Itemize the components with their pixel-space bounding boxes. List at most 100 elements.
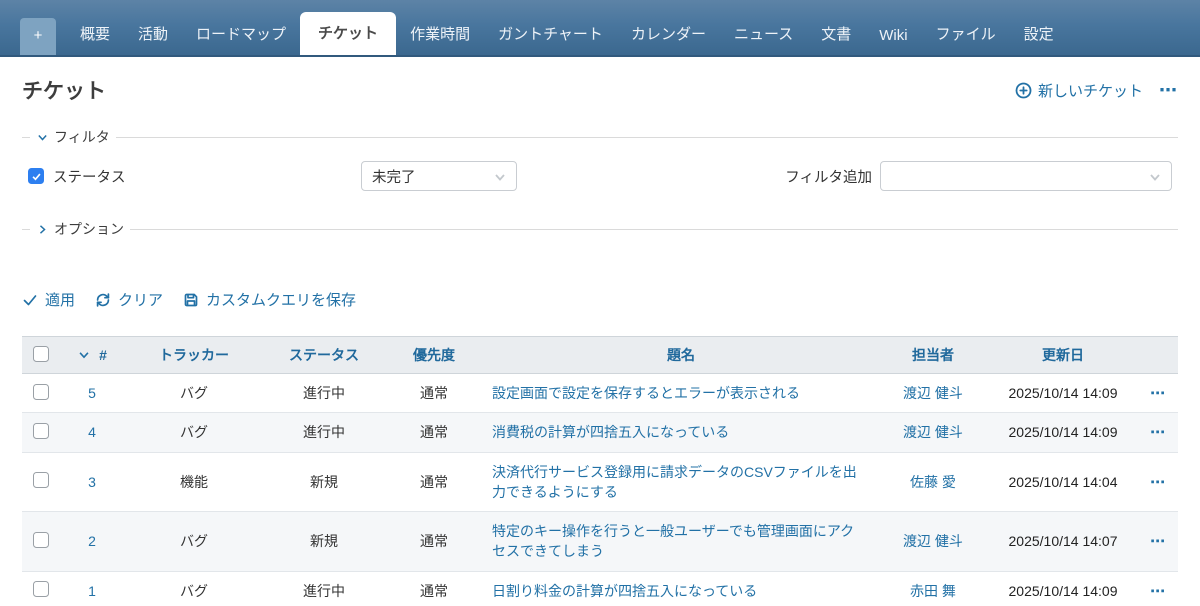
options-fieldset: オプション [22,219,1178,241]
save-custom-query-button[interactable]: カスタムクエリを保存 [183,289,356,310]
issue-tracker: バグ [124,571,264,606]
issue-id-link[interactable]: 2 [88,533,96,549]
column-header-subject[interactable]: 題名 [484,337,878,374]
issue-updated: 2025/10/14 14:09 [988,571,1138,606]
tab-activity[interactable]: 活動 [124,14,182,55]
issue-status: 進行中 [264,374,384,413]
issue-subject-link[interactable]: 特定のキー操作を行うと一般ユーザーでも管理画面にアクセスできてしまう [492,523,854,559]
issue-assignee-link[interactable]: 渡辺 健斗 [903,424,963,440]
table-header-row: # トラッカー ステータス 優先度 題名 担当者 更新日 [22,337,1178,374]
issue-row: 2 バグ 新規 通常 特定のキー操作を行うと一般ユーザーでも管理画面にアクセスで… [22,512,1178,572]
issue-tracker: バグ [124,413,264,452]
issue-status: 進行中 [264,571,384,606]
issue-status: 新規 [264,452,384,512]
tab-calendar[interactable]: カレンダー [617,14,720,55]
column-header-id[interactable]: # [99,347,107,363]
chevron-right-icon [36,223,49,236]
apply-button[interactable]: 適用 [22,289,75,310]
issue-row: 1 バグ 進行中 通常 日割り料金の計算が四捨五入になっている 赤田 舞 202… [22,571,1178,606]
issue-status: 進行中 [264,413,384,452]
issue-actions-button[interactable]: ⋯ [1138,512,1178,572]
new-ticket-label: 新しいチケット [1038,80,1143,101]
column-header-priority[interactable]: 優先度 [384,337,484,374]
issue-subject-link[interactable]: 設定画面で設定を保存するとエラーが表示される [492,385,800,401]
issue-priority: 通常 [384,452,484,512]
status-filter-checkbox[interactable] [28,168,44,184]
issue-actions-button[interactable]: ⋯ [1138,413,1178,452]
issue-priority: 通常 [384,374,484,413]
issue-updated: 2025/10/14 14:09 [988,374,1138,413]
issue-assignee-link[interactable]: 赤田 舞 [910,583,956,599]
options-legend-toggle[interactable]: オプション [30,219,130,239]
save-custom-query-label: カスタムクエリを保存 [206,289,356,310]
plus-circle-icon [1015,82,1032,99]
apply-label: 適用 [45,289,75,310]
tab-documents[interactable]: 文書 [807,14,865,55]
project-tab-bar: + 概要 活動 ロードマップ チケット 作業時間 ガントチャート カレンダー ニ… [0,0,1200,57]
issue-subject-link[interactable]: 決済代行サービス登録用に請求データのCSVファイルを出力できるようにする [492,464,857,500]
issue-row: 4 バグ 進行中 通常 消費税の計算が四捨五入になっている 渡辺 健斗 2025… [22,413,1178,452]
issue-updated: 2025/10/14 14:09 [988,413,1138,452]
issue-updated: 2025/10/14 14:07 [988,512,1138,572]
status-filter-label: ステータス [53,166,126,187]
refresh-icon [95,292,111,308]
column-header-status[interactable]: ステータス [264,337,384,374]
tab-spent-time[interactable]: 作業時間 [396,14,484,55]
issue-tracker: バグ [124,374,264,413]
issue-checkbox[interactable] [33,384,49,400]
issue-priority: 通常 [384,512,484,572]
issue-checkbox[interactable] [33,423,49,439]
issue-assignee-link[interactable]: 渡辺 健斗 [903,385,963,401]
issue-id-link[interactable]: 4 [88,424,96,440]
issue-row: 5 バグ 進行中 通常 設定画面で設定を保存するとエラーが表示される 渡辺 健斗… [22,374,1178,413]
issue-subject-link[interactable]: 消費税の計算が四捨五入になっている [492,424,729,440]
issue-id-link[interactable]: 3 [88,474,96,490]
issue-actions-button[interactable]: ⋯ [1138,452,1178,512]
column-header-updated[interactable]: 更新日 [988,337,1138,374]
issue-row: 3 機能 新規 通常 決済代行サービス登録用に請求データのCSVファイルを出力で… [22,452,1178,512]
issue-id-link[interactable]: 5 [88,385,96,401]
chevron-down-icon [1147,169,1163,185]
issue-checkbox[interactable] [33,532,49,548]
tab-gantt[interactable]: ガントチャート [484,14,617,55]
filters-legend-label: フィルタ [54,127,110,147]
tab-files[interactable]: ファイル [922,14,1010,55]
issue-subject-link[interactable]: 日割り料金の計算が四捨五入になっている [492,583,757,599]
tab-wiki[interactable]: Wiki [865,18,921,55]
status-operator-select[interactable]: 未完了 [361,161,517,191]
issue-id-link[interactable]: 1 [88,583,96,599]
column-header-tracker[interactable]: トラッカー [124,337,264,374]
issue-tracker: 機能 [124,452,264,512]
tab-roadmap[interactable]: ロードマップ [182,14,300,55]
new-object-plus-tab[interactable]: + [20,18,56,55]
tab-overview[interactable]: 概要 [66,14,124,55]
options-legend-label: オプション [54,219,124,239]
column-header-assignee[interactable]: 担当者 [878,337,988,374]
chevron-down-icon[interactable] [77,348,91,362]
chevron-down-icon [492,169,508,185]
status-operator-value: 未完了 [372,166,416,187]
clear-button[interactable]: クリア [95,289,163,310]
tab-news[interactable]: ニュース [720,14,807,55]
tab-settings[interactable]: 設定 [1010,14,1068,55]
issue-actions-button[interactable]: ⋯ [1138,571,1178,606]
issue-priority: 通常 [384,413,484,452]
filters-legend-toggle[interactable]: フィルタ [30,127,116,147]
issue-assignee-link[interactable]: 渡辺 健斗 [903,533,963,549]
select-all-checkbox[interactable] [33,346,49,362]
save-icon [183,292,199,308]
issue-tracker: バグ [124,512,264,572]
issue-checkbox[interactable] [33,472,49,488]
issue-priority: 通常 [384,571,484,606]
add-filter-select[interactable] [880,161,1172,191]
issue-assignee-link[interactable]: 佐藤 愛 [910,474,956,490]
issue-actions-button[interactable]: ⋯ [1138,374,1178,413]
issue-checkbox[interactable] [33,581,49,597]
issues-table: # トラッカー ステータス 優先度 題名 担当者 更新日 5 バグ 進行中 通常… [22,336,1178,606]
new-ticket-button[interactable]: 新しいチケット [1015,80,1143,101]
tab-issues[interactable]: チケット [300,12,396,55]
page-more-actions-button[interactable]: ⋯ [1159,80,1178,101]
add-filter-label: フィルタ追加 [785,166,872,187]
issue-status: 新規 [264,512,384,572]
issue-updated: 2025/10/14 14:04 [988,452,1138,512]
